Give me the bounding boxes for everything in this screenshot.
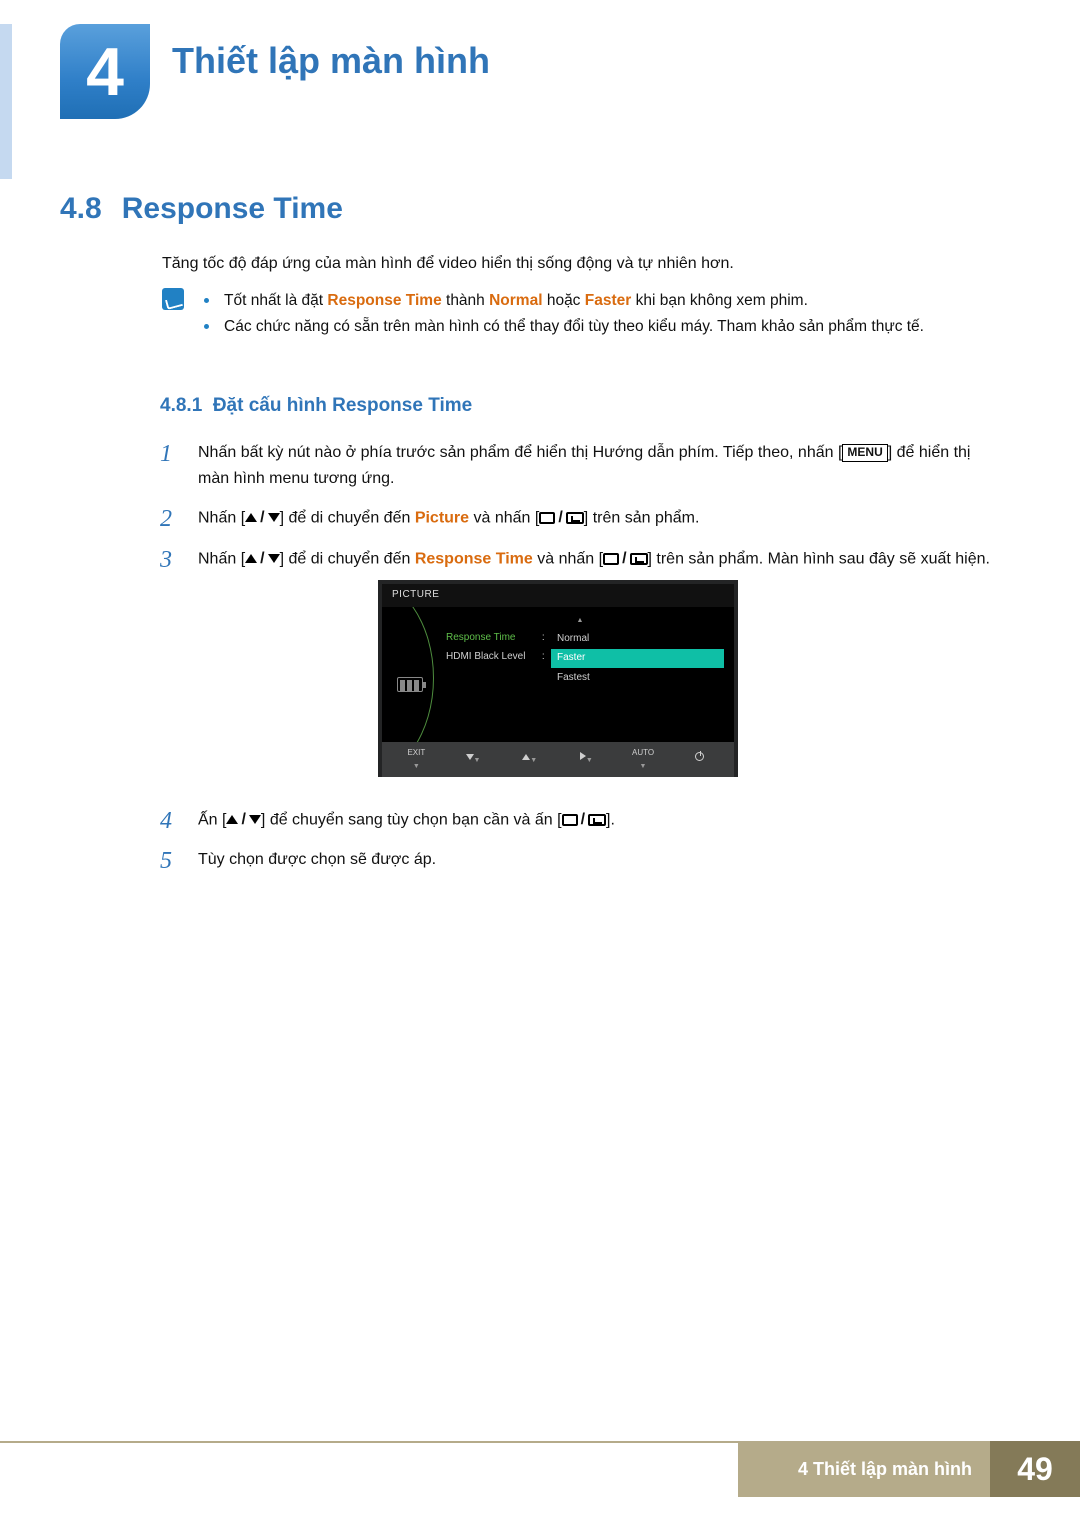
triangle-up-icon bbox=[245, 554, 257, 563]
osd-item-label: HDMI Black Level bbox=[446, 649, 542, 666]
osd-footer-down: ▼ bbox=[445, 753, 502, 767]
source-enter-icons: / bbox=[603, 546, 647, 572]
enter-icon bbox=[566, 512, 584, 524]
menu-button-label: MENU bbox=[842, 444, 887, 462]
left-accent-bar bbox=[0, 24, 12, 179]
osd-footer-auto: AUTO▼ bbox=[615, 746, 672, 773]
step-number: 5 bbox=[160, 847, 180, 876]
up-down-icons: / bbox=[245, 546, 279, 572]
note-item-1: Tốt nhất là đặt Response Time thành Norm… bbox=[204, 288, 924, 314]
step-3: 3 Nhấn [/] để di chuyển đến Response Tim… bbox=[160, 546, 1000, 795]
step-1: 1 Nhấn bất kỳ nút nào ở phía trước sản p… bbox=[160, 440, 1000, 493]
note-list: Tốt nhất là đặt Response Time thành Norm… bbox=[204, 288, 924, 341]
source-enter-icons: / bbox=[539, 505, 583, 531]
up-down-icons: / bbox=[226, 807, 260, 833]
triangle-down-icon bbox=[268, 554, 280, 563]
step-2: 2 Nhấn [/] để di chuyển đến Picture và n… bbox=[160, 505, 1000, 534]
source-icon bbox=[603, 553, 619, 565]
osd-option: Fastest bbox=[551, 668, 724, 688]
osd-footer: EXIT▼ ▼ ▼ ▼ AUTO▼ bbox=[382, 742, 734, 777]
intro-text: Tăng tốc độ đáp ứng của màn hình để vide… bbox=[162, 255, 1000, 273]
step-text: Nhấn bất kỳ nút nào ở phía trước sản phẩ… bbox=[198, 440, 1000, 493]
enter-icon bbox=[630, 553, 648, 565]
osd-footer-up: ▼ bbox=[501, 753, 558, 767]
steps-list: 1 Nhấn bất kỳ nút nào ở phía trước sản p… bbox=[160, 440, 1000, 888]
step-text: Ấn [/] để chuyển sang tùy chọn bạn cần v… bbox=[198, 807, 615, 836]
battery-icon bbox=[397, 677, 423, 692]
triangle-up-icon bbox=[522, 754, 530, 760]
step-4: 4 Ấn [/] để chuyển sang tùy chọn bạn cần… bbox=[160, 807, 1000, 836]
note-item-2: Các chức năng có sẵn trên màn hình có th… bbox=[204, 314, 924, 340]
note-block: Tốt nhất là đặt Response Time thành Norm… bbox=[162, 288, 1000, 341]
osd-footer-power bbox=[671, 752, 728, 767]
subsection-header: 4.8.1 Đặt cấu hình Response Time bbox=[160, 395, 472, 417]
triangle-down-icon bbox=[249, 815, 261, 824]
osd-screenshot: PICTURE ▲ Response Time: HDMI Black Leve… bbox=[378, 580, 738, 776]
source-icon bbox=[562, 814, 578, 826]
osd-item-label: Response Time bbox=[446, 630, 542, 647]
osd-option: Normal bbox=[551, 629, 724, 649]
osd-title: PICTURE bbox=[382, 584, 734, 607]
step-number: 2 bbox=[160, 505, 180, 534]
footer-page-number: 49 bbox=[990, 1441, 1080, 1497]
chapter-badge: 4 bbox=[60, 24, 150, 119]
osd-arc-decoration bbox=[382, 607, 437, 742]
triangle-up-icon bbox=[226, 815, 238, 824]
power-icon bbox=[695, 752, 704, 761]
osd-scroll-up-icon: ▲ bbox=[396, 615, 724, 627]
source-enter-icons: / bbox=[562, 807, 606, 833]
page-footer: 4 Thiết lập màn hình 49 bbox=[0, 1441, 1080, 1497]
source-icon bbox=[539, 512, 555, 524]
osd-body: ▲ Response Time: HDMI Black Level: Norma… bbox=[382, 607, 734, 742]
section-title: Response Time bbox=[122, 192, 343, 226]
step-number: 1 bbox=[160, 440, 180, 493]
step-text: Tùy chọn được chọn sẽ được áp. bbox=[198, 847, 436, 876]
section-header: 4.8 Response Time bbox=[60, 192, 343, 226]
step-text: Nhấn [/] để di chuyển đến Response Time … bbox=[198, 546, 990, 795]
step-5: 5 Tùy chọn được chọn sẽ được áp. bbox=[160, 847, 1000, 876]
footer-chapter-label: 4 Thiết lập màn hình bbox=[738, 1441, 990, 1497]
section-number: 4.8 bbox=[60, 192, 102, 226]
note-icon bbox=[162, 288, 184, 310]
triangle-down-icon bbox=[268, 513, 280, 522]
step-text: Nhấn [/] để di chuyển đến Picture và nhấ… bbox=[198, 505, 699, 534]
triangle-up-icon bbox=[245, 513, 257, 522]
step-number: 4 bbox=[160, 807, 180, 836]
enter-icon bbox=[588, 814, 606, 826]
chapter-title: Thiết lập màn hình bbox=[172, 40, 490, 82]
step-number: 3 bbox=[160, 546, 180, 795]
osd-option-selected: Faster bbox=[551, 649, 724, 669]
osd-footer-right: ▼ bbox=[558, 752, 615, 767]
up-down-icons: / bbox=[245, 505, 279, 531]
triangle-down-icon bbox=[466, 754, 474, 760]
osd-footer-exit: EXIT▼ bbox=[388, 746, 445, 773]
